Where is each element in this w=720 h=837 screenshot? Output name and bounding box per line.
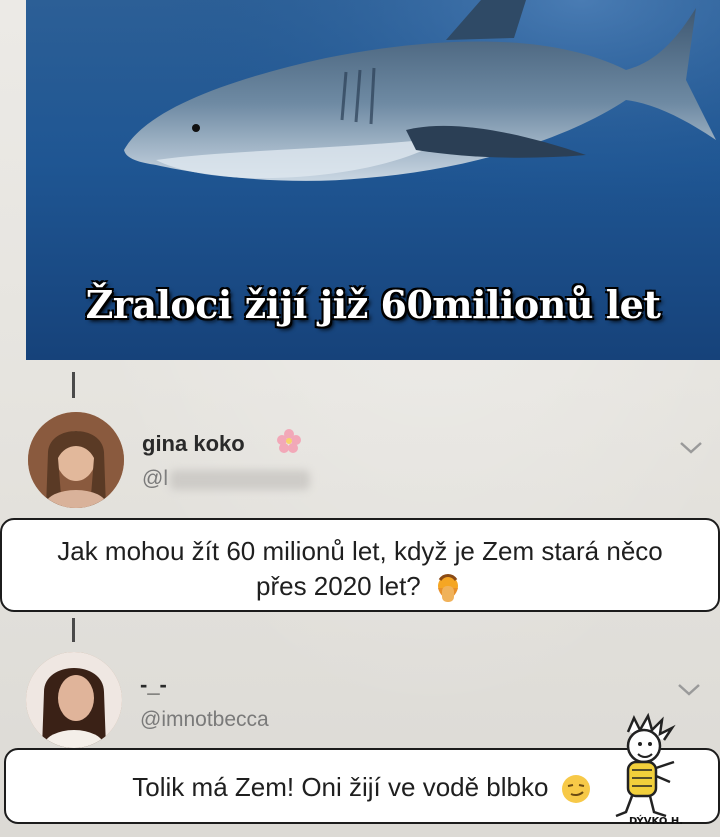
comment-author-handle[interactable]: @l (142, 467, 168, 491)
avatar[interactable] (26, 652, 122, 748)
comment-author-handle[interactable]: @imnotbecca (140, 708, 269, 732)
comment-author-name[interactable]: -_- (140, 672, 167, 698)
chevron-down-icon[interactable] (676, 682, 702, 698)
watermark-logo: DÝVKO H. (615, 712, 683, 827)
subtitle-card: Jak mohou žít 60 milionů let, když je Ze… (0, 518, 720, 612)
redacted-handle-blur (170, 470, 310, 490)
watermark-text: DÝVKO H. (629, 814, 683, 827)
meme-caption: Žraloci žijí již 60milionů let (85, 282, 661, 327)
comment-author-name[interactable]: gina koko (142, 431, 245, 457)
post-image-shark: Žraloci žijí již 60milionů let (26, 0, 720, 360)
avatar[interactable] (28, 412, 124, 508)
subtitle-text: Tolik má Zem! Oni žijí ve vodě blbko (132, 772, 549, 802)
smirk-emoji-icon (561, 775, 590, 804)
subtitle-text: Jak mohou žít 60 milionů let, když je Ze… (57, 536, 663, 601)
avatar-portrait-icon (26, 652, 122, 748)
thread-connector-line (72, 618, 75, 642)
facepalm-emoji-icon (438, 574, 459, 603)
chevron-down-icon[interactable] (678, 440, 704, 456)
thread-connector-line (72, 372, 75, 398)
flower-icon (277, 429, 301, 453)
avatar-portrait-icon (28, 412, 124, 508)
